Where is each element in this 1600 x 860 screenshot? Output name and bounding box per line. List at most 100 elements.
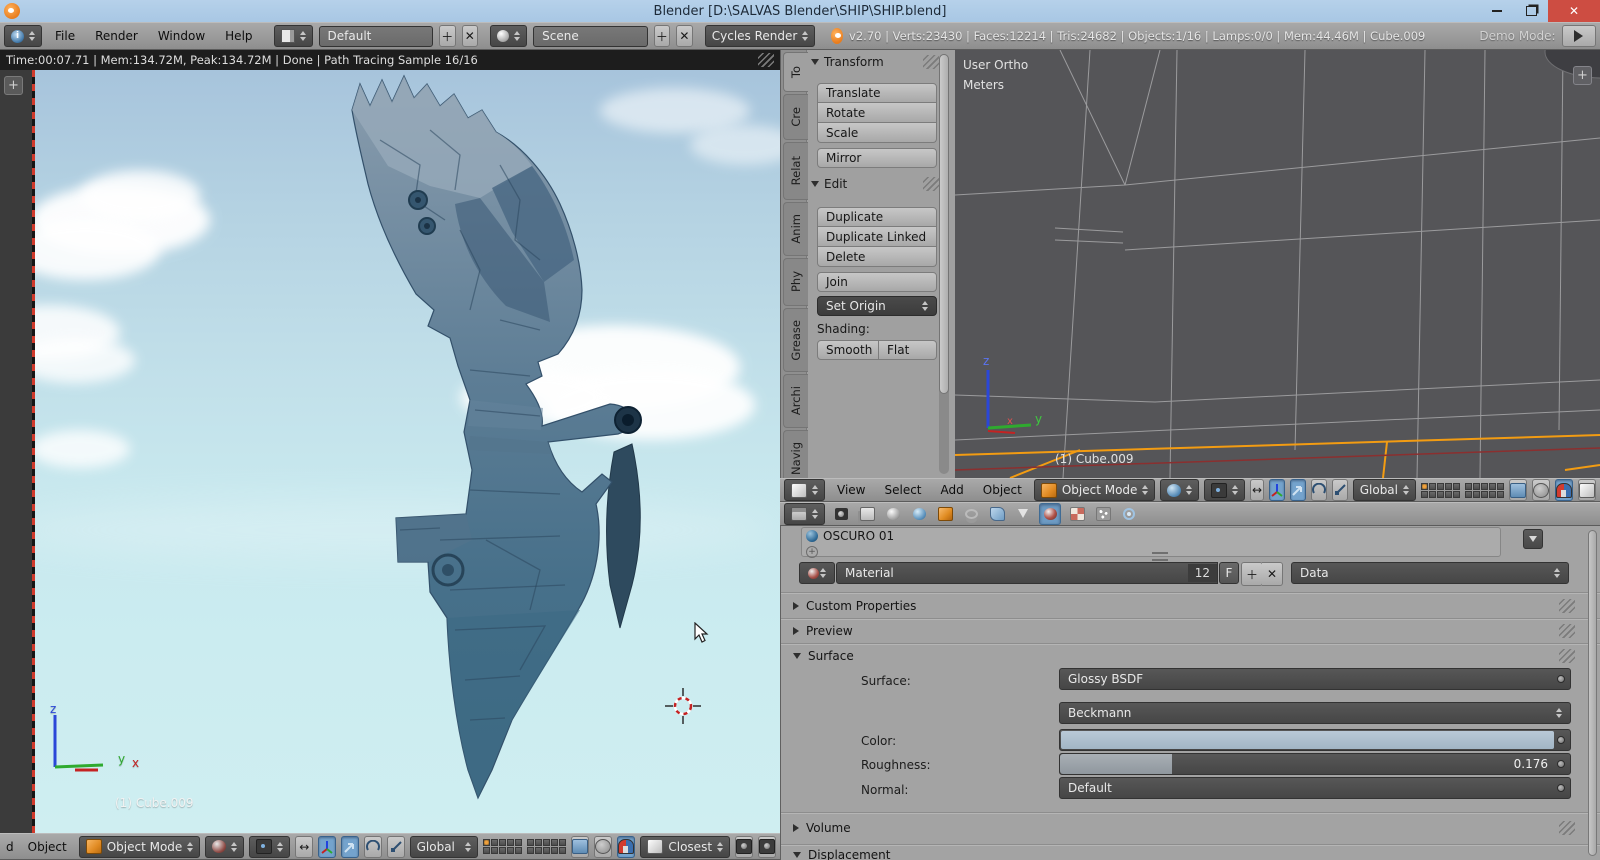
layers-widget[interactable] xyxy=(483,839,522,854)
normal-dropdown[interactable]: Default xyxy=(1059,777,1571,799)
tab-physics[interactable] xyxy=(1119,504,1139,524)
panel-drag-widget[interactable] xyxy=(1559,649,1575,663)
editor-type-selector[interactable] xyxy=(784,503,825,525)
object-menu[interactable]: Object xyxy=(21,840,74,854)
snap-toggle[interactable] xyxy=(1555,479,1573,501)
duplicate-linked-button[interactable]: Duplicate Linked xyxy=(817,227,937,247)
tab-modifiers[interactable] xyxy=(987,504,1007,524)
new-material-button[interactable]: ＋ xyxy=(1241,562,1263,586)
scale-button[interactable]: Scale xyxy=(817,123,937,143)
tab-material[interactable] xyxy=(1039,503,1061,525)
material-slot-list[interactable]: OSCURO 01 + xyxy=(801,527,1501,557)
tab-relations[interactable]: Relat xyxy=(783,142,808,200)
editor-type-selector[interactable]: i xyxy=(4,25,42,47)
roughness-slider[interactable]: 0.176 xyxy=(1059,753,1571,775)
mode-dropdown[interactable]: Object Mode xyxy=(79,836,201,858)
delete-button[interactable]: Delete xyxy=(817,247,937,267)
panel-drag-widget[interactable] xyxy=(923,55,939,69)
tab-object-data[interactable] xyxy=(1013,504,1033,524)
expand-region-button[interactable]: + xyxy=(4,76,23,95)
unlink-material-button[interactable]: ✕ xyxy=(1262,562,1283,586)
delete-layout-button[interactable]: ✕ xyxy=(462,25,479,47)
tab-render-layers[interactable] xyxy=(857,504,877,524)
menu-render[interactable]: Render xyxy=(88,29,145,43)
viewport-shading-dropdown[interactable] xyxy=(205,836,244,858)
pivot-dropdown[interactable] xyxy=(249,836,290,858)
transform-panel-header[interactable]: Transform xyxy=(811,55,939,69)
tab-tools[interactable]: To xyxy=(783,52,808,92)
preview-panel-header[interactable]: Preview xyxy=(781,618,1600,643)
join-button[interactable]: Join xyxy=(817,272,937,292)
delete-scene-button[interactable]: ✕ xyxy=(676,25,693,47)
object-menu[interactable]: Object xyxy=(976,483,1029,497)
flat-button[interactable]: Flat xyxy=(879,340,937,360)
scene-name-field[interactable]: Scene xyxy=(533,26,647,47)
view-menu[interactable]: View xyxy=(830,483,872,497)
demo-play-button[interactable] xyxy=(1562,25,1596,47)
tab-constraints[interactable] xyxy=(961,504,981,524)
panel-drag-widget[interactable] xyxy=(1559,599,1575,613)
add-menu-partial[interactable]: d xyxy=(4,840,16,854)
surface-shader-dropdown[interactable]: Glossy BSDF xyxy=(1059,668,1571,690)
tab-render[interactable] xyxy=(831,504,851,524)
scene-icon-button[interactable] xyxy=(490,25,527,47)
fake-user-button[interactable]: F xyxy=(1219,562,1239,584)
orientation-dropdown[interactable]: Global xyxy=(1353,479,1416,501)
rotate-manipulator-button[interactable] xyxy=(341,836,359,858)
translate-manipulator-button[interactable] xyxy=(318,836,336,858)
displacement-panel-header[interactable]: Displacement xyxy=(781,844,1600,860)
viewport-render-toggle[interactable] xyxy=(1509,479,1527,501)
surface-panel-header[interactable]: Surface xyxy=(781,643,1600,667)
menu-file[interactable]: File xyxy=(48,29,82,43)
scale-tool-button[interactable] xyxy=(387,836,405,858)
panel-drag-widget[interactable] xyxy=(1559,624,1575,638)
add-scene-button[interactable]: ＋ xyxy=(654,25,671,47)
viewport-render-toggle[interactable] xyxy=(571,836,589,858)
area-corner-widget[interactable] xyxy=(758,53,774,67)
material-name-field[interactable]: Material 12 xyxy=(836,562,1218,584)
material-specials-button[interactable] xyxy=(1523,529,1543,549)
layers-widget-2[interactable] xyxy=(1465,483,1504,498)
render-viewport[interactable]: + z y x (1) Cube.009 xyxy=(0,70,780,833)
rotate-tool-button[interactable] xyxy=(1311,479,1327,501)
layers-widget[interactable] xyxy=(1421,483,1460,498)
expand-properties-region-button[interactable]: + xyxy=(1573,66,1592,85)
snap-toggle[interactable] xyxy=(617,836,635,858)
tab-physics[interactable]: Phy xyxy=(783,258,808,306)
tab-scene[interactable] xyxy=(883,504,903,524)
opengl-render-anim-button[interactable] xyxy=(758,836,776,858)
set-origin-dropdown[interactable]: Set Origin xyxy=(817,296,937,316)
tab-grease[interactable]: Grease xyxy=(783,308,808,372)
manipulator-toggle[interactable]: ↔ xyxy=(1250,479,1263,501)
tab-particles[interactable] xyxy=(1093,504,1113,524)
proportional-edit-button[interactable] xyxy=(594,836,612,858)
list-resize-grip[interactable] xyxy=(1152,552,1168,561)
tab-object[interactable] xyxy=(935,504,955,524)
tab-create[interactable]: Cre xyxy=(783,94,808,140)
datablock-dropdown[interactable]: Data xyxy=(1291,562,1569,584)
viewport-shading-dropdown[interactable] xyxy=(1160,479,1199,501)
manipulator-toggle[interactable]: ↔ xyxy=(295,836,313,858)
translate-manipulator-button[interactable] xyxy=(1269,479,1285,501)
duplicate-button[interactable]: Duplicate xyxy=(817,207,937,227)
add-menu[interactable]: Add xyxy=(934,483,971,497)
panel-drag-widget[interactable] xyxy=(1559,821,1575,835)
custom-properties-panel-header[interactable]: Custom Properties xyxy=(781,592,1600,618)
render-engine-dropdown[interactable]: Cycles Render xyxy=(705,25,816,47)
menu-window[interactable]: Window xyxy=(151,29,212,43)
users-count-badge[interactable]: 12 xyxy=(1188,564,1217,582)
rotate-button[interactable]: Rotate xyxy=(817,103,937,123)
editor-type-selector[interactable] xyxy=(784,479,825,501)
add-layout-button[interactable]: ＋ xyxy=(439,25,456,47)
color-swatch[interactable] xyxy=(1059,729,1571,751)
snap-element-dropdown[interactable]: Closest xyxy=(640,836,730,858)
browse-material-button[interactable] xyxy=(799,562,835,584)
screen-layout-icon-button[interactable] xyxy=(274,25,313,47)
volume-panel-header[interactable]: Volume xyxy=(781,812,1600,842)
select-menu[interactable]: Select xyxy=(877,483,928,497)
smooth-button[interactable]: Smooth xyxy=(817,340,879,360)
tab-animation[interactable]: Anim xyxy=(783,202,808,256)
snap-element-button[interactable] xyxy=(1578,479,1596,501)
properties-scrollbar[interactable] xyxy=(1588,530,1597,856)
tool-shelf-scrollbar[interactable] xyxy=(939,54,949,474)
